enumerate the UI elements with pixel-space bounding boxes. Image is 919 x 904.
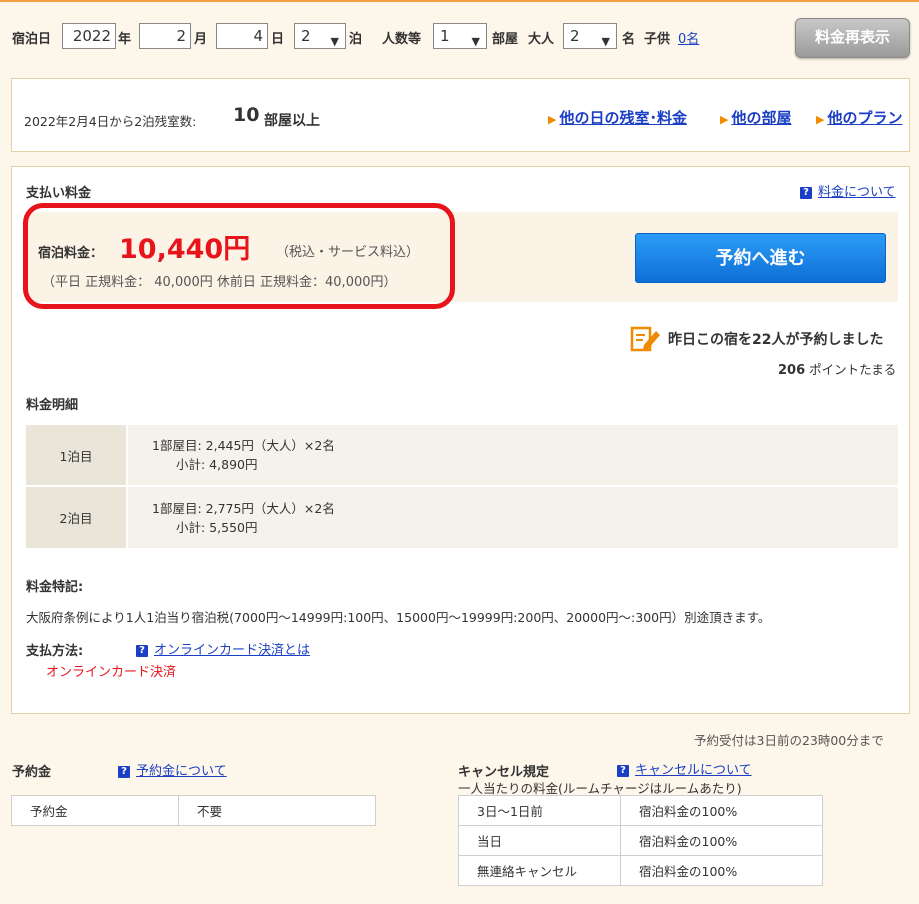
chevron-down-icon: ▼ xyxy=(601,35,610,48)
notes-title: 料金特記: xyxy=(26,580,84,595)
adults-select[interactable]: 2 ▼ xyxy=(563,23,617,49)
points-info: 206 ポイントたまる xyxy=(778,359,896,378)
other-rooms-link[interactable]: ▶ 他の部屋 xyxy=(720,107,791,128)
arrow-right-icon: ▶ xyxy=(816,113,825,126)
help-icon: ? xyxy=(800,186,812,199)
children-label: 子供 xyxy=(644,32,671,47)
help-icon: ? xyxy=(136,644,148,657)
deposit-help-link[interactable]: ? 予約金について xyxy=(118,760,227,779)
adults-unit: 名 xyxy=(622,32,636,47)
night-info: 1部屋目: 2,775円（大人）×2名 小計: 5,550円 xyxy=(127,485,898,548)
availability-panel: 2022年2月4日から2泊残室数: 10 部屋以上 ▶ 他の日の残室･料金 ▶ 他の… xyxy=(11,78,910,152)
method-title: 支払方法: xyxy=(26,644,84,659)
availability-text: 2022年2月4日から2泊残室数: xyxy=(24,114,197,129)
night-label: 2泊目 xyxy=(26,485,128,548)
nights-select[interactable]: 2 ▼ xyxy=(294,23,346,49)
notes-text: 大阪府条例により1人1泊当り宿泊税(7000円～14999円:100円、1500… xyxy=(26,610,771,625)
other-plans-link[interactable]: ▶ 他のプラン xyxy=(816,107,902,128)
payment-title: 支払い料金 xyxy=(26,186,92,201)
method-value: オンラインカード決済 xyxy=(46,665,177,680)
table-row: 予約金 不要 xyxy=(11,795,376,826)
book-button[interactable]: 予約へ進む xyxy=(635,233,886,283)
redisplay-button[interactable]: 料金再表示 xyxy=(795,18,910,58)
arrow-right-icon: ▶ xyxy=(720,113,729,126)
availability-suffix: 部屋以上 xyxy=(264,113,320,129)
tax-note: （税込・サービス料込） xyxy=(276,245,420,260)
rooms-unit: 部屋 xyxy=(492,32,519,47)
chevron-down-icon: ▼ xyxy=(471,35,480,48)
price-value: 10,440円 xyxy=(119,234,251,265)
rooms-select[interactable]: 1 ▼ xyxy=(433,23,487,49)
chevron-down-icon: ▼ xyxy=(330,35,339,48)
day-input[interactable]: 4 xyxy=(216,23,268,49)
help-icon: ? xyxy=(617,764,629,777)
other-dates-link[interactable]: ▶ 他の日の残室･料金 xyxy=(548,107,687,128)
deadline-text: 予約受付は3日前の23時00分まで xyxy=(694,733,884,748)
table-row: 1泊目 1部屋目: 2,445円（大人）×2名 小計: 4,890円 xyxy=(26,423,898,486)
night-label: 1泊目 xyxy=(26,423,128,486)
regular-price-note: （平日 正規料金： 40,000円 休前日 正規料金：40,000円） xyxy=(42,275,397,290)
deposit-table: 予約金 不要 xyxy=(11,795,376,826)
table-row: 2泊目 1部屋目: 2,775円（大人）×2名 小計: 5,550円 xyxy=(26,485,898,548)
deposit-value: 不要 xyxy=(178,795,376,826)
breakdown-table: 1泊目 1部屋目: 2,445円（大人）×2名 小計: 4,890円 2泊目 1… xyxy=(26,423,898,548)
table-row: 無連絡キャンセル 宿泊料金の100% xyxy=(458,855,823,886)
children-link[interactable]: 0名 xyxy=(678,28,699,47)
cancel-table: 3日～1日前 宿泊料金の100% 当日 宿泊料金の100% 無連絡キャンセル 宿… xyxy=(458,795,823,886)
method-help-link[interactable]: ? オンラインカード決済とは xyxy=(136,639,310,658)
payment-panel: 支払い料金 ? 料金について 宿泊料金： 10,440円 （税込・サービス料込） … xyxy=(11,166,910,714)
points-suffix: ポイントたまる xyxy=(809,362,897,377)
availability-count: 10 xyxy=(233,104,260,126)
deposit-title: 予約金 xyxy=(12,765,52,780)
deposit-label: 予約金 xyxy=(11,795,179,826)
nights-unit: 泊 xyxy=(349,32,363,47)
points-value: 206 xyxy=(778,363,806,378)
year-input[interactable]: 2022 xyxy=(62,23,116,49)
breakdown-title: 料金明細 xyxy=(26,398,79,413)
about-price-link[interactable]: ? 料金について xyxy=(800,181,896,200)
arrow-right-icon: ▶ xyxy=(548,113,557,126)
people-label: 人数等 xyxy=(382,32,422,47)
month-input[interactable]: 2 xyxy=(139,23,191,49)
night-info: 1部屋目: 2,445円（大人）×2名 小計: 4,890円 xyxy=(127,423,898,486)
table-row: 当日 宿泊料金の100% xyxy=(458,825,823,856)
price-label: 宿泊料金： xyxy=(38,246,104,261)
day-unit: 日 xyxy=(271,32,285,47)
booking-pencil-icon xyxy=(630,326,660,352)
table-row: 3日～1日前 宿泊料金の100% xyxy=(458,795,823,826)
help-icon: ? xyxy=(118,765,130,778)
year-unit: 年 xyxy=(118,32,132,47)
cancel-help-link[interactable]: ? キャンセルについて xyxy=(617,759,752,778)
month-unit: 月 xyxy=(194,32,208,47)
adults-label: 大人 xyxy=(528,32,555,47)
booked-text: 昨日この宿を22人が予約しました xyxy=(668,332,884,348)
checkin-label: 宿泊日 xyxy=(12,32,52,47)
